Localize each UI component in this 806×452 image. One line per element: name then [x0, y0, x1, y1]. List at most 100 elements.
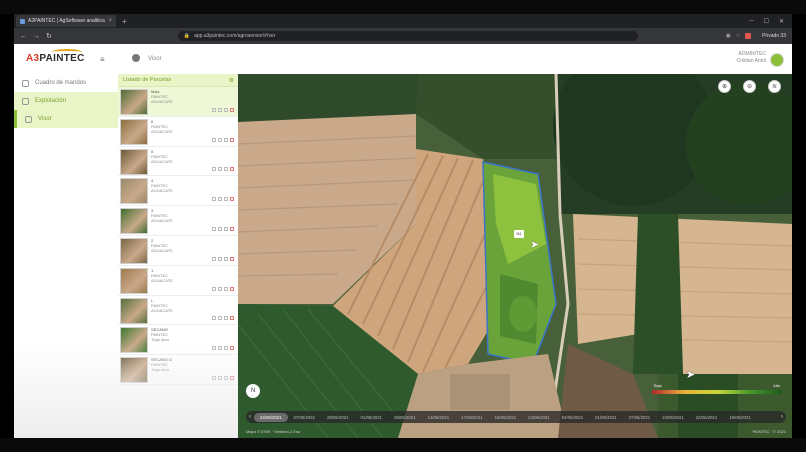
timeline-date[interactable]: 24/06/2021: [522, 415, 556, 420]
parcel-row[interactable]: 4 PAINTEC AGUACATE: [118, 176, 238, 207]
browser-tab[interactable]: A3PAINTEC | AgSoftware analitica ×: [16, 15, 116, 27]
timeline-date[interactable]: 27/05/2021: [288, 415, 322, 420]
timeline-date[interactable]: 04/06/2021: [556, 415, 590, 420]
sidebar-item-visor[interactable]: Visor: [14, 110, 118, 128]
timeline-date[interactable]: 27/06/2021: [623, 415, 657, 420]
timeline-date[interactable]: 22/06/2021: [690, 415, 724, 420]
delete-icon[interactable]: [230, 286, 234, 291]
map-view[interactable]: ⊕ ⊖ ≋ N1 ➤ ➤ Bajo Alto N ‹ 24/05/2021 27/…: [238, 74, 792, 438]
delete-icon[interactable]: [230, 346, 234, 351]
extension-icon[interactable]: ▣: [726, 33, 731, 39]
timeline-date[interactable]: 29/05/2021: [321, 415, 355, 420]
chart-icon[interactable]: [224, 107, 228, 112]
edit-icon[interactable]: [218, 256, 222, 261]
parcel-row[interactable]: SECANO D PAINTEC Trigo duro: [118, 355, 238, 385]
timeline-date[interactable]: 19/06/2021: [489, 415, 523, 420]
forward-icon[interactable]: →: [33, 33, 40, 40]
compass-icon[interactable]: N: [246, 384, 260, 398]
chart-icon[interactable]: [224, 256, 228, 261]
timeline-next-icon[interactable]: ›: [778, 414, 786, 420]
edit-icon[interactable]: [218, 197, 222, 202]
chart-icon[interactable]: [224, 346, 228, 351]
parcel-row[interactable]: L PAINTEC AGUACATE: [118, 296, 238, 326]
edit-icon[interactable]: [218, 375, 222, 380]
chart-icon[interactable]: [224, 167, 228, 172]
parcel-row[interactable]: 5 PAINTEC AGUACATE: [118, 147, 238, 177]
parcel-row[interactable]: 3 PAINTEC AGUACATE: [118, 206, 238, 236]
sidebar-item-dashboard[interactable]: Cuadro de mandos: [14, 74, 118, 92]
brave-shield-icon[interactable]: [745, 33, 752, 39]
chart-icon[interactable]: [224, 316, 228, 321]
menu-icon[interactable]: ≡: [100, 55, 105, 64]
chart-icon[interactable]: [224, 197, 228, 202]
timeline-date[interactable]: 01/06/2021: [589, 415, 623, 420]
reload-icon[interactable]: ↻: [46, 32, 52, 40]
close-window-icon[interactable]: ✕: [779, 18, 784, 25]
zoom-in-icon[interactable]: ⊕: [718, 80, 731, 93]
timeline-prev-icon[interactable]: ‹: [246, 414, 254, 420]
screen-bezel-bottom: [0, 438, 806, 452]
delete-icon[interactable]: [230, 137, 234, 142]
view-icon[interactable]: [212, 286, 216, 291]
edit-icon[interactable]: [218, 137, 222, 142]
zoom-out-icon[interactable]: ⊖: [743, 80, 756, 93]
delete-icon[interactable]: [230, 375, 234, 380]
chart-icon[interactable]: [224, 375, 228, 380]
delete-icon[interactable]: [230, 107, 234, 112]
view-icon[interactable]: [212, 226, 216, 231]
timeline-date[interactable]: 24/06/2021: [656, 415, 690, 420]
delete-icon[interactable]: [230, 226, 234, 231]
delete-icon[interactable]: [230, 256, 234, 261]
timeline-date[interactable]: 17/06/2021: [455, 415, 489, 420]
parcel-crop: AGUACATE: [151, 218, 173, 224]
app-logo[interactable]: A3PAINTEC: [26, 49, 85, 64]
parcel-marker[interactable]: N1: [514, 230, 524, 238]
edit-icon[interactable]: [218, 226, 222, 231]
edit-icon[interactable]: [218, 316, 222, 321]
parcel-row[interactable]: 2 PAINTEC AGUACATE: [118, 236, 238, 266]
timeline-date[interactable]: 19/06/2021: [723, 415, 757, 420]
parcel-row[interactable]: 1 PAINTEC AGUACATE: [118, 266, 238, 296]
back-icon[interactable]: ←: [20, 33, 27, 40]
layers-icon[interactable]: ≋: [768, 80, 781, 93]
view-icon[interactable]: [212, 375, 216, 380]
parcel-row[interactable]: 6 PAINTEC AGUACATE: [118, 117, 238, 147]
avatar[interactable]: [770, 53, 784, 67]
window-controls: ─ ☐ ✕: [749, 18, 792, 25]
minimize-icon[interactable]: ─: [749, 18, 753, 25]
chart-icon[interactable]: [224, 226, 228, 231]
profile-label[interactable]: Privado 33: [762, 33, 786, 39]
timeline-date[interactable]: 14/06/2021: [422, 415, 456, 420]
sidebar-item-explotacion[interactable]: Explotación: [14, 92, 118, 110]
user-info[interactable]: ADMIN/TEC Cristian Antol: [737, 51, 766, 65]
new-tab-icon[interactable]: +: [122, 17, 127, 26]
sidebar-item-label: Visor: [38, 116, 52, 122]
maximize-icon[interactable]: ☐: [764, 18, 769, 25]
edit-icon[interactable]: [218, 346, 222, 351]
view-icon[interactable]: [212, 167, 216, 172]
timeline-date[interactable]: 08/06/2021: [388, 415, 422, 420]
delete-icon[interactable]: [230, 316, 234, 321]
view-icon[interactable]: [212, 316, 216, 321]
url-input[interactable]: 🔒 app.a3paintec.com/agrosensor/#/ver: [177, 31, 638, 41]
view-icon[interactable]: [212, 107, 216, 112]
chart-icon[interactable]: [224, 137, 228, 142]
view-icon[interactable]: [212, 197, 216, 202]
parcel-row[interactable]: Maiz PAINTEC AGUACATE: [118, 87, 238, 117]
settings-icon[interactable]: ⚙: [229, 77, 234, 84]
view-icon[interactable]: [212, 137, 216, 142]
view-icon[interactable]: [212, 346, 216, 351]
view-icon[interactable]: [212, 256, 216, 261]
timeline-date[interactable]: 24/05/2021: [254, 412, 288, 422]
close-tab-icon[interactable]: ×: [108, 18, 112, 24]
delete-icon[interactable]: [230, 197, 234, 202]
edit-icon[interactable]: [218, 167, 222, 172]
bookmark-icon[interactable]: ☆: [736, 33, 740, 39]
delete-icon[interactable]: [230, 167, 234, 172]
parcel-row[interactable]: SECANO PAINTEC Trigo duro: [118, 325, 238, 356]
timeline-date[interactable]: 01/06/2021: [355, 415, 389, 420]
edit-icon[interactable]: [218, 286, 222, 291]
edit-icon[interactable]: [218, 107, 222, 112]
favicon-icon: [20, 18, 25, 24]
chart-icon[interactable]: [224, 286, 228, 291]
